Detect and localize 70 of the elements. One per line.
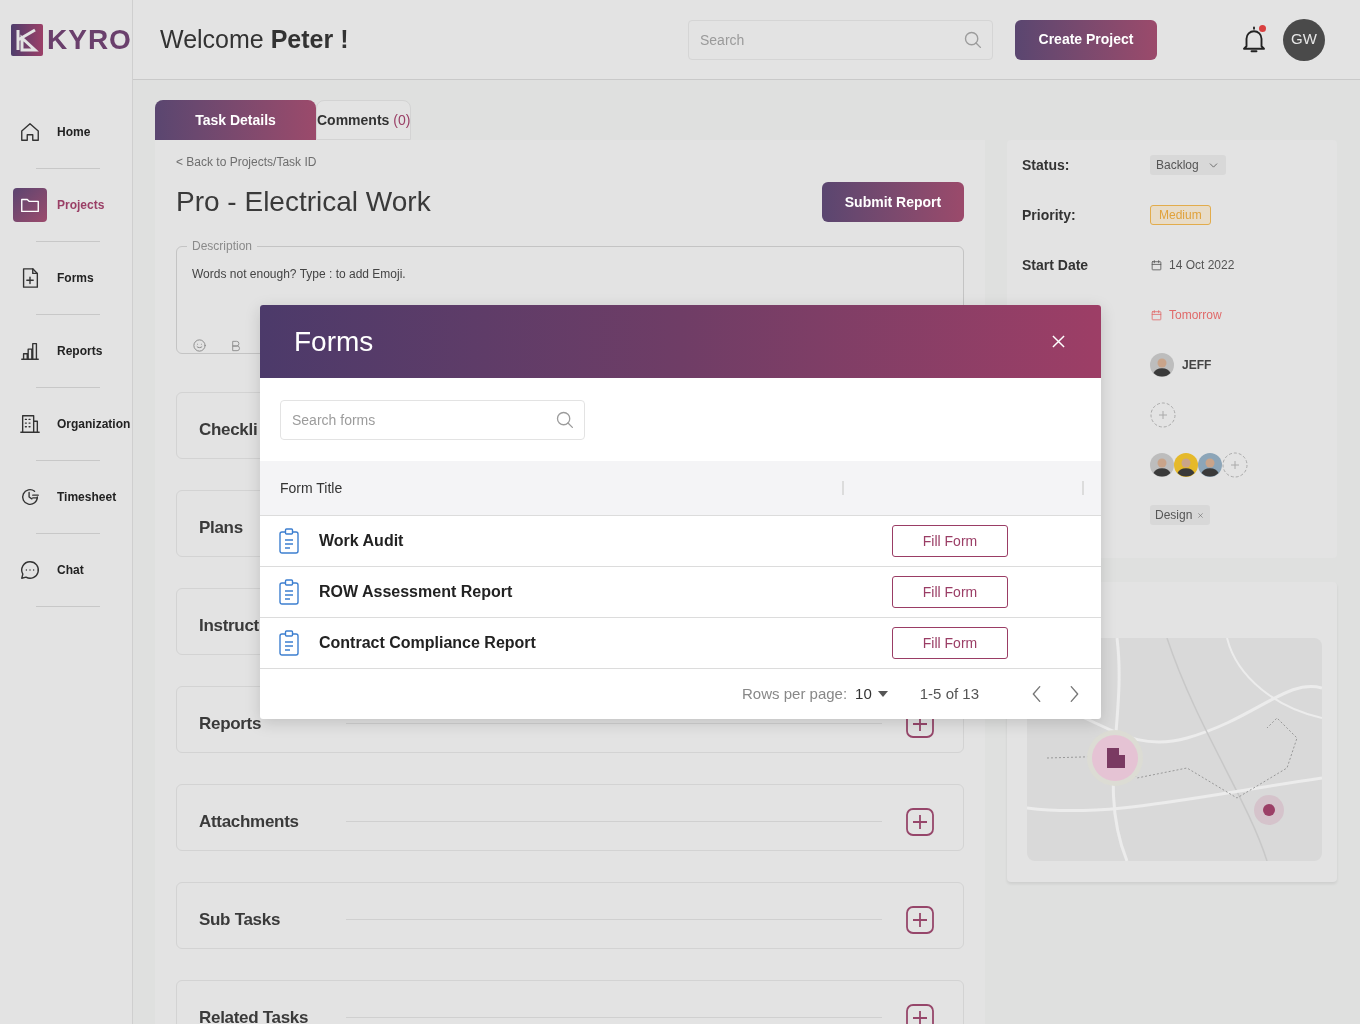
- emoji-icon[interactable]: [192, 338, 207, 353]
- calendar-icon: [1150, 258, 1163, 272]
- tab[interactable]: Comments (0): [316, 100, 412, 140]
- clipboard-icon: [279, 528, 299, 554]
- add-icon[interactable]: [906, 807, 934, 836]
- avatar-icon: [1198, 453, 1222, 477]
- user-avatar[interactable]: GW: [1283, 18, 1325, 61]
- calendar-icon: [1150, 308, 1163, 322]
- chat-icon: [19, 559, 41, 581]
- home-icon: [19, 121, 41, 143]
- field-label: Start Date: [1022, 257, 1089, 273]
- nav-item[interactable]: Projects: [0, 169, 132, 241]
- nav-item[interactable]: Reports: [0, 315, 132, 387]
- remove-icon[interactable]: [1196, 510, 1206, 520]
- section-title: Plans: [199, 517, 243, 537]
- clipboard-icon: [279, 579, 299, 605]
- section-title: Sub Tasks: [199, 909, 281, 929]
- section-title: Attachments: [199, 811, 299, 831]
- avatar-icon: [1150, 453, 1174, 477]
- nav-item[interactable]: Timesheet: [0, 461, 132, 533]
- form-title: ROW Assessment Report: [319, 582, 514, 602]
- task-title: Pro - Electrical Work: [176, 185, 431, 219]
- field-label: Description: [187, 239, 258, 253]
- fill-form-button[interactable]: Fill Form: [892, 627, 1008, 659]
- bar-chart-icon: [19, 340, 41, 362]
- avatar-icon: [1150, 353, 1174, 377]
- create-project-button[interactable]: Create Project: [1015, 19, 1157, 60]
- rows-per-page-select[interactable]: 10: [855, 682, 888, 706]
- column-header: Form Title: [280, 478, 344, 498]
- due-date: Tomorrow: [1169, 307, 1222, 324]
- welcome-heading: Welcome Peter !: [160, 23, 350, 55]
- section-title: Checkli: [199, 419, 258, 439]
- brand-name: KYRO: [47, 26, 132, 54]
- clock-icon: [19, 486, 41, 508]
- fill-form-button[interactable]: Fill Form: [892, 525, 1008, 557]
- add-icon[interactable]: [906, 1003, 934, 1024]
- tab[interactable]: Task Details: [155, 100, 316, 140]
- field-label: Priority:: [1022, 207, 1076, 223]
- status-dropdown[interactable]: Backlog: [1150, 155, 1226, 175]
- clipboard-icon: [279, 630, 299, 656]
- description-input[interactable]: Words not enough? Type : to add Emoji.: [192, 265, 948, 315]
- back-link[interactable]: < Back to Projects/Task ID: [176, 154, 317, 170]
- form-title: Contract Compliance Report: [319, 633, 537, 653]
- page-range: 1-5 of 13: [919, 683, 979, 704]
- nav-item[interactable]: Home: [0, 96, 132, 168]
- section-title: Instruct: [199, 615, 259, 635]
- search-icon: [554, 409, 575, 430]
- search-field[interactable]: Search forms: [280, 400, 585, 440]
- assignee-name: JEFF: [1182, 357, 1212, 374]
- add-icon[interactable]: [906, 905, 934, 934]
- rows-per-page-label: Rows per page:: [742, 683, 848, 704]
- section-title: Related Tasks: [199, 1007, 309, 1024]
- submit-report-button[interactable]: Submit Report: [822, 182, 964, 222]
- search-field[interactable]: Search: [688, 19, 993, 60]
- building-icon: [19, 413, 41, 435]
- nav-item[interactable]: Chat: [0, 534, 132, 606]
- nav-item[interactable]: Forms: [0, 242, 132, 314]
- field-label: Status:: [1022, 157, 1070, 173]
- avatar-icon: [1174, 453, 1198, 477]
- fill-form-button[interactable]: Fill Form: [892, 576, 1008, 608]
- nav-item[interactable]: Organization: [0, 388, 132, 460]
- caret-icon: [877, 691, 888, 697]
- form-title: Work Audit: [319, 531, 405, 551]
- close-icon[interactable]: [1052, 335, 1065, 348]
- bold-icon[interactable]: [229, 338, 243, 353]
- logo-icon: [11, 24, 43, 56]
- section-title: Reports: [199, 713, 262, 733]
- start-date: 14 Oct 2022: [1169, 257, 1235, 274]
- priority-badge: Medium: [1150, 205, 1211, 225]
- tag-chip: Design: [1150, 505, 1211, 525]
